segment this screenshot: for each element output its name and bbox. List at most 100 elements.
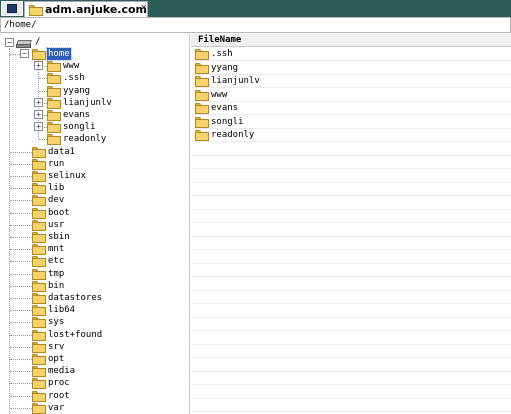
file-row[interactable]: readonly xyxy=(191,129,511,142)
folder-icon xyxy=(32,195,46,207)
folder-icon xyxy=(195,62,209,74)
tab-bar: adm.anjuke.com × xyxy=(0,0,511,17)
tree-item-label: songli xyxy=(63,122,96,133)
empty-row xyxy=(191,291,511,304)
folder-icon xyxy=(47,61,61,73)
tree-item-label: data1 xyxy=(48,146,76,157)
folder-icon xyxy=(32,171,46,182)
folder-icon xyxy=(47,122,61,134)
tree-item-label: evans xyxy=(63,110,91,120)
tree-item-label: www xyxy=(63,61,80,72)
empty-row xyxy=(191,224,511,237)
empty-row xyxy=(191,210,511,223)
folder-icon xyxy=(47,97,61,109)
tree-item-label: datastores xyxy=(48,293,103,303)
empty-row xyxy=(191,372,511,385)
folder-icon xyxy=(195,116,209,128)
file-row[interactable]: evans xyxy=(191,102,511,115)
collapse-icon[interactable]: − xyxy=(20,49,29,58)
tree-item-label: tmp xyxy=(48,268,65,279)
expand-icon[interactable]: + xyxy=(34,110,43,119)
expand-icon[interactable]: + xyxy=(34,61,43,71)
expand-icon[interactable]: + xyxy=(34,122,43,132)
file-name: yyang xyxy=(211,62,239,73)
collapse-icon[interactable]: − xyxy=(5,38,14,47)
empty-row xyxy=(191,305,511,318)
folder-icon xyxy=(32,146,46,158)
file-row[interactable]: .ssh xyxy=(191,48,511,61)
tree-item-label: sbin xyxy=(48,232,70,242)
file-name: songli xyxy=(211,116,244,127)
tree-item-label: readonly xyxy=(63,134,107,145)
tree-item-label: .ssh xyxy=(63,73,85,84)
folder-icon xyxy=(29,5,43,16)
tree-item-label: yyang xyxy=(63,85,91,96)
tree-item-label: usr xyxy=(48,219,65,230)
file-name: lianjunlv xyxy=(211,76,260,86)
column-header-label: FileName xyxy=(198,35,242,45)
empty-row xyxy=(191,156,511,169)
folder-icon xyxy=(195,49,209,60)
column-header-filename[interactable]: FileName xyxy=(191,34,511,47)
empty-row xyxy=(191,183,511,196)
tree-item-label: lib64 xyxy=(48,305,76,316)
tree-item-label: bin xyxy=(48,280,65,291)
folder-tree[interactable]: − / − home + www .ssh yyang + lianjunlv + evans + s… xyxy=(0,34,190,414)
folder-icon xyxy=(47,73,61,85)
tree-item-label: opt xyxy=(48,354,65,364)
folder-icon xyxy=(195,103,209,114)
tree-item-label: root xyxy=(48,390,70,401)
folder-icon xyxy=(47,110,61,121)
folder-icon xyxy=(32,268,46,280)
folder-icon xyxy=(32,232,46,243)
tree-item-label: srv xyxy=(48,341,65,352)
folder-icon xyxy=(32,366,46,378)
file-name: readonly xyxy=(211,130,255,140)
expand-icon[interactable]: + xyxy=(34,97,43,107)
tree-item-label: lianjunlv xyxy=(63,97,112,108)
file-row[interactable]: yyang xyxy=(191,62,511,75)
tree-item-label: lost+found xyxy=(48,329,103,340)
empty-row xyxy=(191,332,511,345)
tree-item-label: dev xyxy=(48,195,65,206)
file-row[interactable]: www xyxy=(191,89,511,102)
current-path: /home/ xyxy=(4,20,37,30)
file-row[interactable]: lianjunlv xyxy=(191,75,511,88)
empty-row xyxy=(191,386,511,399)
empty-row xyxy=(191,318,511,331)
file-name: www xyxy=(211,89,228,100)
folder-icon xyxy=(32,219,46,231)
tree-item-label: sys xyxy=(48,317,65,328)
drive-icon xyxy=(16,39,32,48)
folder-icon xyxy=(32,390,46,402)
tree-item-label: lib xyxy=(48,183,65,194)
folder-icon xyxy=(32,317,46,329)
file-row[interactable]: songli xyxy=(191,116,511,129)
folder-icon xyxy=(32,244,46,256)
tree-item-label: mnt xyxy=(48,244,65,255)
path-bar[interactable]: /home/ xyxy=(0,17,511,33)
folder-icon xyxy=(32,329,46,341)
file-list[interactable]: FileName .ssh yyang lianjunlv www evans songl… xyxy=(191,34,511,414)
close-icon[interactable]: × xyxy=(140,3,148,13)
empty-row xyxy=(191,237,511,250)
folder-icon xyxy=(32,305,46,317)
empty-row xyxy=(191,278,511,291)
empty-row xyxy=(191,264,511,277)
empty-row xyxy=(191,345,511,358)
folder-icon xyxy=(32,378,46,390)
folder-icon xyxy=(32,49,46,60)
folder-icon xyxy=(32,293,46,304)
tree-item-label: selinux xyxy=(48,171,86,181)
tree-item-label: proc xyxy=(48,378,70,389)
folder-icon xyxy=(195,76,209,87)
tab-adm-anjuke[interactable]: adm.anjuke.com × xyxy=(24,1,148,17)
folder-icon xyxy=(32,354,46,365)
empty-row xyxy=(191,197,511,210)
folder-icon xyxy=(32,256,46,268)
folder-icon xyxy=(32,341,46,353)
tree-item-label: var xyxy=(48,402,65,413)
tree-item-label: home xyxy=(46,47,72,61)
app-menu-button[interactable] xyxy=(1,1,23,16)
tree-item-label: etc xyxy=(48,256,65,267)
